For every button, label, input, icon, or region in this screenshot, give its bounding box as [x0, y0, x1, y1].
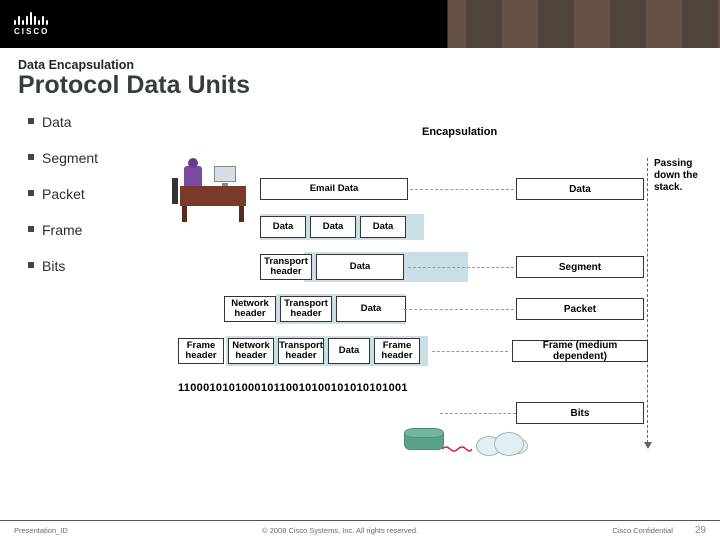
label-bits: Bits — [516, 402, 644, 424]
connector-1 — [410, 189, 514, 190]
row-packet: Network header Transport header Data — [224, 296, 406, 322]
page-number: 29 — [695, 525, 706, 536]
row-frame: Frame header Network header Transport he… — [178, 338, 420, 364]
bullet-packet: Packet — [28, 186, 98, 202]
box-frame-header: Frame header — [178, 338, 224, 364]
row-segment: Transport header Data — [260, 254, 404, 280]
box-data-3: Data — [360, 216, 406, 238]
box-frame-trailer: Frame header — [374, 338, 420, 364]
bullet-list: Data Segment Packet Frame Bits — [28, 114, 98, 294]
box-transport-header-3: Transport header — [278, 338, 324, 364]
bits-string: 110001010100010110010100101010101001 — [178, 382, 408, 394]
connector-3 — [404, 309, 514, 310]
presentation-id: Presentation_ID — [14, 526, 68, 535]
label-data: Data — [516, 178, 644, 200]
row-data-chunks: Data Data Data — [260, 216, 406, 238]
signal-line-icon — [442, 440, 472, 448]
bullet-data: Data — [28, 114, 98, 130]
box-transport-header: Transport header — [260, 254, 312, 280]
banner-left: CISCO — [0, 0, 430, 48]
connector-5 — [440, 413, 516, 414]
diagram-title: Encapsulation — [422, 126, 497, 138]
footer: Presentation_ID © 2008 Cisco Systems, In… — [0, 520, 720, 540]
heading-block: Data Encapsulation Protocol Data Units — [0, 48, 720, 98]
side-label-1: Passing — [654, 158, 692, 169]
label-frame: Frame (medium dependent) — [512, 340, 648, 362]
side-label: Passing down the stack. — [654, 158, 714, 194]
connector-2 — [408, 267, 514, 268]
user-at-computer-icon — [170, 148, 248, 208]
box-data-1: Data — [260, 216, 306, 238]
label-packet: Packet — [516, 298, 644, 320]
confidential-text: Cisco Confidential — [612, 526, 672, 535]
bullet-bits: Bits — [28, 258, 98, 274]
encapsulation-diagram: Encapsulation Passing down the stack. Em… — [170, 110, 710, 490]
box-frame-data: Data — [328, 338, 370, 364]
copyright-text: © 2008 Cisco Systems, Inc. All rights re… — [68, 526, 613, 535]
connector-4 — [432, 351, 508, 352]
label-segment: Segment — [516, 256, 644, 278]
logo-text: CISCO — [14, 27, 49, 36]
box-transport-header-2: Transport header — [280, 296, 332, 322]
side-label-2: down the — [654, 170, 698, 181]
banner-photo-strip — [430, 0, 720, 48]
page-title: Protocol Data Units — [18, 72, 702, 98]
cisco-bars-icon — [14, 12, 49, 25]
box-network-header-2: Network header — [228, 338, 274, 364]
bullet-frame: Frame — [28, 222, 98, 238]
side-label-3: stack. — [654, 182, 682, 193]
box-packet-data: Data — [336, 296, 406, 322]
box-network-header: Network header — [224, 296, 276, 322]
pretitle: Data Encapsulation — [18, 58, 702, 72]
row-data: Email Data — [260, 178, 408, 200]
down-arrow-icon — [647, 158, 648, 448]
box-segment-data: Data — [316, 254, 404, 280]
cloud-icon — [470, 428, 530, 458]
bullet-segment: Segment — [28, 150, 98, 166]
banner: CISCO — [0, 0, 720, 48]
cisco-logo: CISCO — [14, 12, 49, 36]
router-icon — [404, 428, 444, 454]
box-data-2: Data — [310, 216, 356, 238]
box-email-data: Email Data — [260, 178, 408, 200]
